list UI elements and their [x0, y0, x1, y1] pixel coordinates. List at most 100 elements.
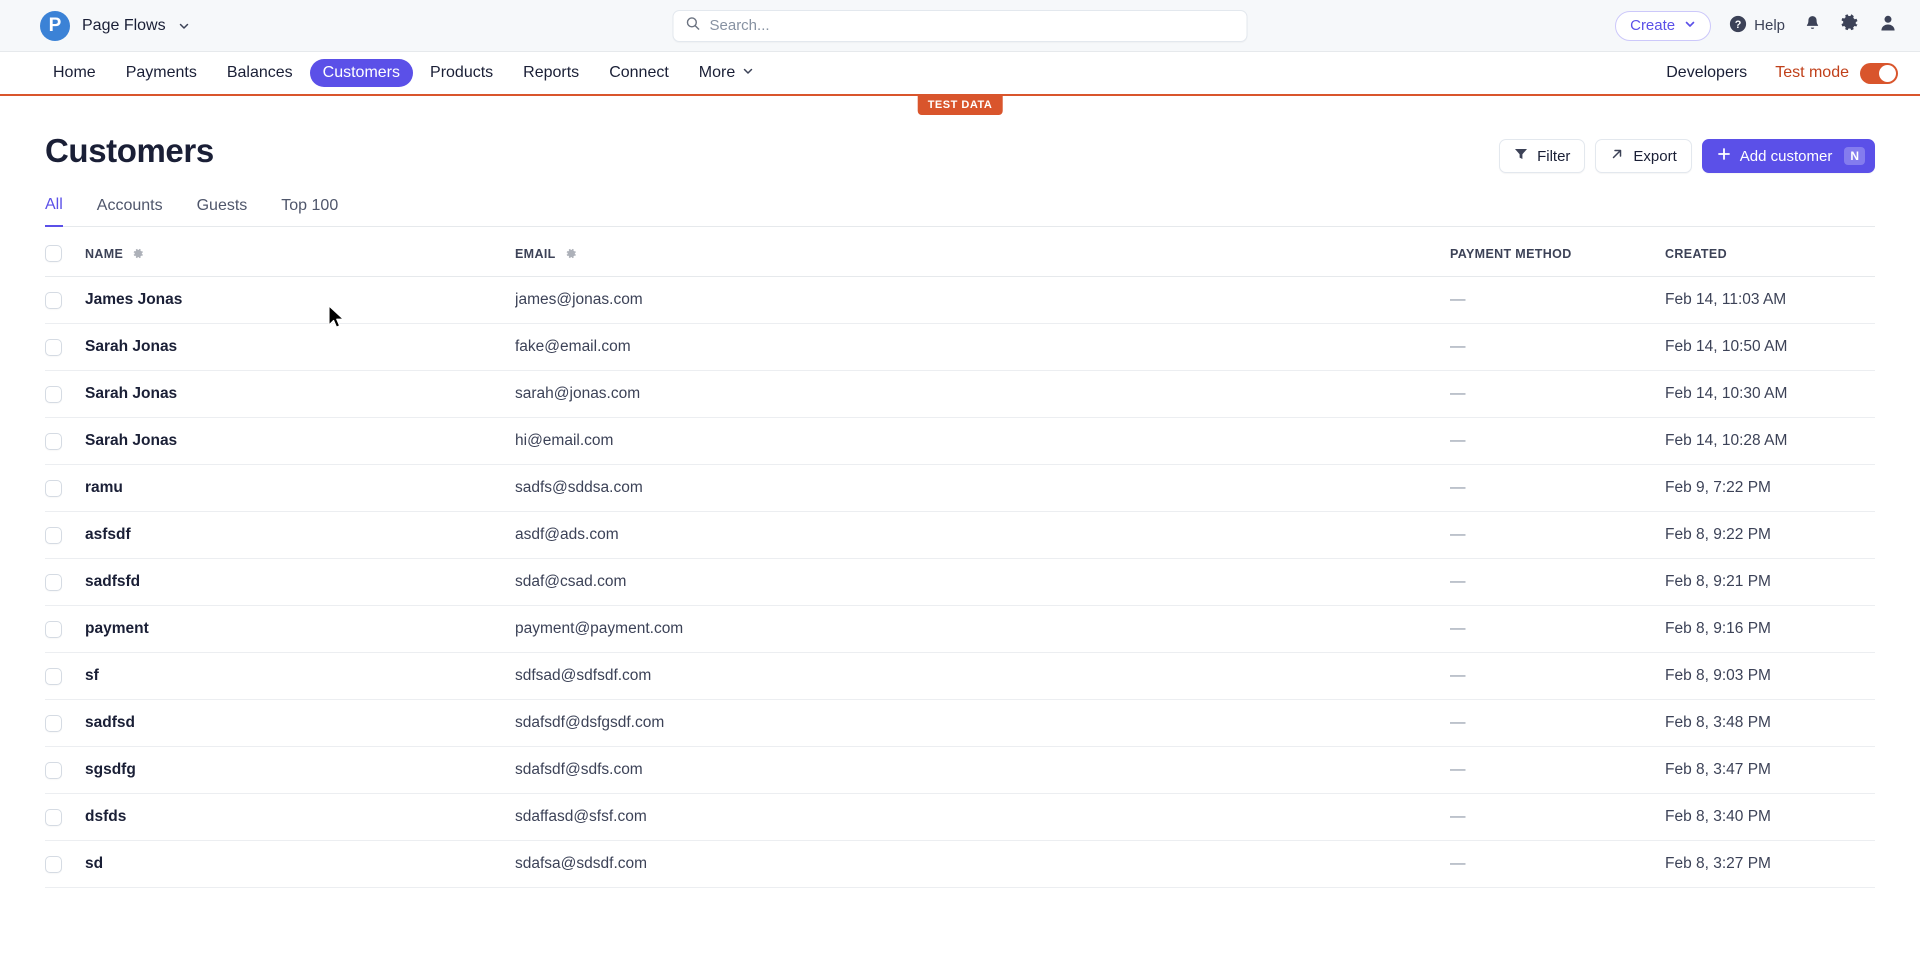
- cell-name: sgsdfg: [85, 746, 515, 794]
- nav-item-connect[interactable]: Connect: [596, 59, 682, 87]
- row-select-cell: [45, 793, 85, 841]
- nav-item-more[interactable]: More: [686, 59, 767, 87]
- notifications-button[interactable]: [1803, 14, 1822, 38]
- cell-email: sdaf@csad.com: [515, 558, 1450, 606]
- nav-developers[interactable]: Developers: [1666, 64, 1747, 82]
- nav-item-payments[interactable]: Payments: [113, 59, 210, 87]
- create-button-label: Create: [1630, 17, 1676, 34]
- row-checkbox[interactable]: [45, 620, 62, 638]
- table-header: NAME EMAIL PAYMENT METHOD CREATED: [45, 227, 1875, 277]
- row-checkbox[interactable]: [45, 432, 62, 450]
- cell-payment-method: —: [1450, 276, 1665, 324]
- help-label: Help: [1754, 17, 1785, 34]
- table-row[interactable]: payment payment@payment.com — Feb 8, 9:16 P…: [45, 605, 1875, 653]
- nav-item-label: More: [698, 64, 736, 81]
- cell-payment-method: —: [1450, 370, 1665, 418]
- table-row[interactable]: sadfsd sdafsdf@dsfgsdf.com — Feb 8, 3:48 PM: [45, 699, 1875, 747]
- cell-payment-method: —: [1450, 511, 1665, 559]
- row-checkbox[interactable]: [45, 714, 62, 732]
- gear-icon: [1840, 13, 1860, 38]
- row-select-cell: [45, 652, 85, 700]
- table-row[interactable]: James Jonas james@jonas.com — Feb 14, 11:03…: [45, 276, 1875, 324]
- nav-item-label: Balances: [226, 64, 293, 81]
- row-checkbox[interactable]: [45, 855, 62, 873]
- column-header-email[interactable]: EMAIL: [515, 227, 1450, 277]
- nav-item-products[interactable]: Products: [417, 59, 506, 87]
- column-header-name[interactable]: NAME: [85, 227, 515, 277]
- table-row[interactable]: sd sdafsa@sdsdf.com — Feb 8, 3:27 PM: [45, 840, 1875, 888]
- app-logo-icon: P: [40, 10, 70, 41]
- add-customer-button[interactable]: Add customer N: [1701, 139, 1875, 173]
- page-content: Customers Filter Export Add customer N A…: [0, 96, 1920, 888]
- export-label: Export: [1633, 147, 1677, 165]
- tab-top-100[interactable]: Top 100: [281, 197, 338, 226]
- settings-button[interactable]: [1840, 13, 1860, 38]
- table-row[interactable]: dsfds sdaffasd@sfsf.com — Feb 8, 3:40 PM: [45, 793, 1875, 841]
- row-select-cell: [45, 464, 85, 512]
- cell-name: Sarah Jonas: [85, 417, 515, 465]
- cell-email: asdf@ads.com: [515, 511, 1450, 559]
- row-checkbox[interactable]: [45, 808, 62, 826]
- search-box[interactable]: [672, 9, 1248, 42]
- table-row[interactable]: sgsdfg sdafsdf@sdfs.com — Feb 8, 3:47 PM: [45, 746, 1875, 794]
- column-header-payment-method[interactable]: PAYMENT METHOD: [1450, 227, 1665, 277]
- table-row[interactable]: Sarah Jonas sarah@jonas.com — Feb 14, 10:30…: [45, 370, 1875, 418]
- table-row[interactable]: sf sdfsad@sdfsdf.com — Feb 8, 9:03 PM: [45, 652, 1875, 700]
- tab-accounts[interactable]: Accounts: [97, 197, 163, 226]
- select-all-cell: [45, 227, 85, 277]
- row-checkbox[interactable]: [45, 573, 62, 591]
- account-button[interactable]: [1878, 13, 1898, 38]
- table-row[interactable]: sadfsfd sdaf@csad.com — Feb 8, 9:21 PM: [45, 558, 1875, 606]
- gear-icon[interactable]: [131, 247, 144, 260]
- create-button[interactable]: Create: [1615, 10, 1712, 41]
- table-row[interactable]: Sarah Jonas hi@email.com — Feb 14, 10:28 AM: [45, 417, 1875, 465]
- chevron-down-icon: [1684, 17, 1696, 34]
- cell-created: Feb 14, 10:30 AM: [1665, 370, 1875, 418]
- filter-button[interactable]: Filter: [1499, 139, 1586, 173]
- nav-item-home[interactable]: Home: [40, 59, 109, 87]
- nav-item-customers[interactable]: Customers: [309, 59, 414, 87]
- row-checkbox[interactable]: [45, 385, 62, 403]
- cell-email: sdafsa@sdsdf.com: [515, 840, 1450, 888]
- test-mode-label: Test mode: [1775, 64, 1849, 81]
- test-mode-toggle[interactable]: Test mode: [1775, 62, 1898, 84]
- row-checkbox[interactable]: [45, 479, 62, 497]
- row-checkbox[interactable]: [45, 667, 62, 685]
- cell-email: sarah@jonas.com: [515, 370, 1450, 418]
- cell-name: sadfsd: [85, 699, 515, 747]
- toggle-switch[interactable]: [1860, 62, 1898, 84]
- table-row[interactable]: asfsdf asdf@ads.com — Feb 8, 9:22 PM: [45, 511, 1875, 559]
- table-row[interactable]: Sarah Jonas fake@email.com — Feb 14, 10:50 …: [45, 323, 1875, 371]
- export-button[interactable]: Export: [1595, 139, 1692, 173]
- cell-created: Feb 8, 9:21 PM: [1665, 558, 1875, 606]
- row-checkbox[interactable]: [45, 761, 62, 779]
- select-all-checkbox[interactable]: [45, 245, 62, 262]
- row-select-cell: [45, 840, 85, 888]
- gear-icon[interactable]: [564, 247, 577, 260]
- row-checkbox[interactable]: [45, 291, 62, 309]
- cell-name: sadfsfd: [85, 558, 515, 606]
- row-select-cell: [45, 605, 85, 653]
- nav-item-balances[interactable]: Balances: [214, 59, 306, 87]
- svg-text:?: ?: [1735, 19, 1742, 31]
- nav-item-reports[interactable]: Reports: [510, 59, 592, 87]
- brand-switcher[interactable]: P Page Flows: [40, 10, 189, 41]
- table-header-row: NAME EMAIL PAYMENT METHOD CREATED: [45, 227, 1875, 277]
- tab-all[interactable]: All: [45, 196, 63, 227]
- row-checkbox[interactable]: [45, 526, 62, 544]
- customers-table: NAME EMAIL PAYMENT METHOD CREATED James …: [45, 227, 1875, 888]
- tab-guests[interactable]: Guests: [197, 197, 248, 226]
- bell-icon: [1803, 14, 1822, 38]
- cell-payment-method: —: [1450, 558, 1665, 606]
- cell-created: Feb 8, 3:47 PM: [1665, 746, 1875, 794]
- table-row[interactable]: ramu sadfs@sddsa.com — Feb 9, 7:22 PM: [45, 464, 1875, 512]
- cell-created: Feb 14, 10:28 AM: [1665, 417, 1875, 465]
- cell-name: James Jonas: [85, 276, 515, 324]
- row-checkbox[interactable]: [45, 338, 62, 356]
- cell-created: Feb 8, 3:40 PM: [1665, 793, 1875, 841]
- search-input[interactable]: [709, 17, 1235, 34]
- user-icon: [1878, 13, 1898, 38]
- column-header-created[interactable]: CREATED: [1665, 227, 1875, 277]
- help-button[interactable]: ? Help: [1729, 15, 1785, 37]
- cell-payment-method: —: [1450, 840, 1665, 888]
